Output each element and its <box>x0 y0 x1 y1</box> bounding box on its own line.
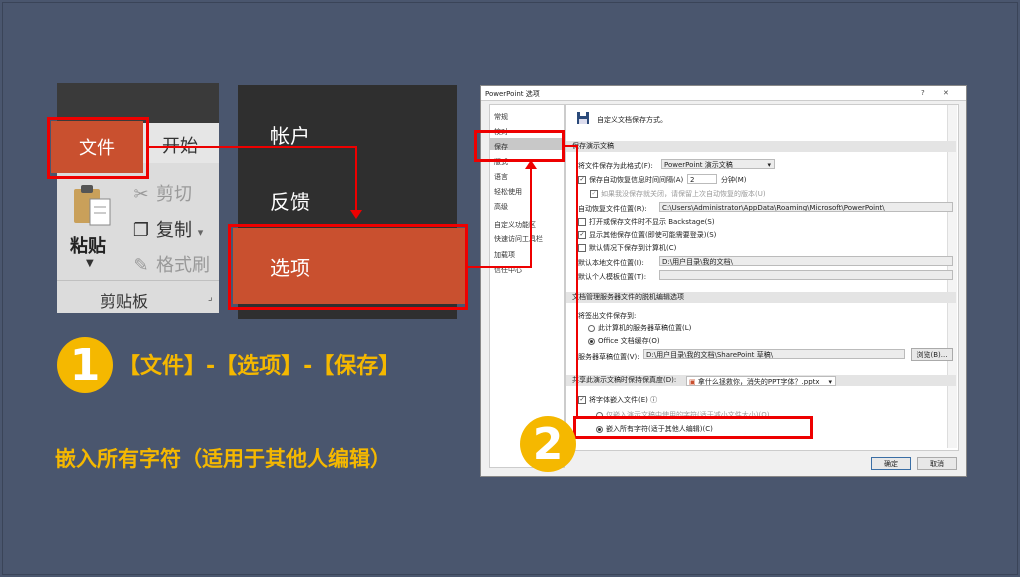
paste-icon[interactable] <box>70 183 114 227</box>
office-cache-radio[interactable]: Office 文档缓存(O) <box>588 336 660 346</box>
browse-button[interactable]: 浏览(B)... <box>911 348 953 361</box>
help-icon[interactable]: ? <box>921 89 925 97</box>
highlight-file-tab <box>47 117 149 179</box>
home-tab[interactable]: 开始 <box>162 132 198 158</box>
autorecover-checkbox[interactable]: ✓ 保存自动恢复信息时间间隔(A) <box>578 175 683 185</box>
arrow-down-icon <box>350 210 362 219</box>
cancel-button[interactable]: 取消 <box>917 457 957 470</box>
highlight-save-nav <box>474 130 565 162</box>
nav-item[interactable]: 语言 <box>494 172 508 182</box>
connector-line <box>149 146 357 148</box>
autorecover-location-field[interactable]: C:\Users\Administrator\AppData\Roaming\M… <box>659 202 953 212</box>
format-painter-button[interactable]: ✎ 格式刷 <box>130 251 210 277</box>
default-local-field[interactable]: D:\用户目录\我的文档\ <box>659 256 953 266</box>
paste-label[interactable]: 粘贴 <box>70 232 106 258</box>
dialog-launcher-icon[interactable]: ⌟ <box>208 292 213 303</box>
highlight-embed-all <box>573 416 813 439</box>
fidelity-file-select[interactable]: ▣ 拿什么拯救你，消失的PPT字体？.pptx ▾ <box>686 376 836 386</box>
nav-item[interactable]: 高级 <box>494 202 508 212</box>
format-painter-label: 格式刷 <box>156 255 210 276</box>
show-other-locations-checkbox[interactable]: ✓ 显示其他保存位置(即使可能需要登录)(S) <box>578 230 716 240</box>
ribbon-divider <box>57 280 219 281</box>
step-1-text: 【文件】-【选项】-【保存】 <box>118 354 401 379</box>
nav-item[interactable]: 快速访问工具栏 <box>494 234 543 244</box>
personal-template-label: 默认个人模板位置(T): <box>578 273 647 281</box>
checkout-label: 将签出文件保存到: <box>578 312 637 320</box>
chevron-down-icon: ▾ <box>767 161 771 169</box>
chevron-down-icon: ▾ <box>828 378 832 386</box>
copy-icon: ❐ <box>132 220 150 241</box>
drafts-location-label: 服务器草稿位置(V): <box>578 353 640 361</box>
copy-button[interactable]: ❐ 复制 ▾ <box>130 216 203 242</box>
autorecover-minutes-input[interactable]: 2 <box>687 174 717 184</box>
pptx-file-icon: ▣ <box>689 378 698 386</box>
copy-dropdown-arrow[interactable]: ▾ <box>198 226 204 239</box>
keep-last-autosave-checkbox[interactable]: ✓ 如果我没保存就关闭，请保留上次自动恢复的版本(U) <box>590 189 766 199</box>
embed-fonts-checkbox[interactable]: ✓ 将字体嵌入文件(E) ⓘ <box>578 395 657 405</box>
step-1-badge: 1 <box>57 337 113 393</box>
nav-item[interactable]: 常规 <box>494 112 508 122</box>
cut-button[interactable]: ✂ 剪切 <box>130 180 192 206</box>
section-offline-editing: 文档管理服务器文件的脱机编辑选项 <box>566 292 956 303</box>
info-icon: ⓘ <box>647 396 658 404</box>
connector-line <box>468 266 532 268</box>
format-select[interactable]: PowerPoint 演示文稿 ▾ <box>661 159 775 169</box>
ok-button[interactable]: 确定 <box>871 457 911 470</box>
format-label: 将文件保存为此格式(F): <box>578 162 653 170</box>
highlight-options <box>228 224 468 310</box>
dialog-title: PowerPoint 选项 <box>485 90 540 98</box>
step-2-text: 嵌入所有字符（适用于其他人编辑） <box>55 447 391 471</box>
no-backstage-checkbox[interactable]: 打开或保存文件时不显示 Backstage(S) <box>578 217 715 227</box>
options-header: 自定义文档保存方式。 <box>597 116 667 124</box>
paintbrush-icon: ✎ <box>133 255 149 276</box>
connector-line <box>576 145 578 416</box>
connector-line <box>355 146 357 216</box>
minutes-label: 分钟(M) <box>721 176 747 184</box>
nav-item[interactable]: 轻松使用 <box>494 187 522 197</box>
step-2-badge: 2 <box>520 416 576 472</box>
copy-label: 复制 <box>156 220 192 241</box>
autorecover-location-label: 自动恢复文件位置(R): <box>578 205 647 213</box>
server-drafts-radio[interactable]: 此计算机的服务器草稿位置(L) <box>588 323 691 333</box>
paste-dropdown-arrow[interactable]: ▼ <box>86 258 94 269</box>
cut-label: 剪切 <box>156 184 192 205</box>
nav-item[interactable]: 加载项 <box>494 250 515 260</box>
section-save-presentations: 保存演示文稿 <box>566 141 956 152</box>
save-disk-icon <box>577 112 589 124</box>
backstage-account[interactable]: 帐户 <box>270 120 310 149</box>
connector-line <box>530 160 532 268</box>
arrow-up-icon <box>525 160 537 169</box>
clipboard-group-label: 剪贴板 <box>100 292 149 311</box>
default-local-label: 默认本地文件位置(I): <box>578 259 644 267</box>
save-to-computer-checkbox[interactable]: 默认情况下保存到计算机(C) <box>578 243 676 253</box>
personal-template-field[interactable] <box>659 270 953 280</box>
dialog-title-bar: PowerPoint 选项 ? ✕ <box>481 86 966 101</box>
close-icon[interactable]: ✕ <box>943 89 949 97</box>
scissors-icon: ✂ <box>133 184 149 205</box>
drafts-location-field[interactable]: D:\用户目录\我的文档\SharePoint 草稿\ <box>643 349 905 359</box>
backstage-feedback[interactable]: 反馈 <box>270 186 310 215</box>
